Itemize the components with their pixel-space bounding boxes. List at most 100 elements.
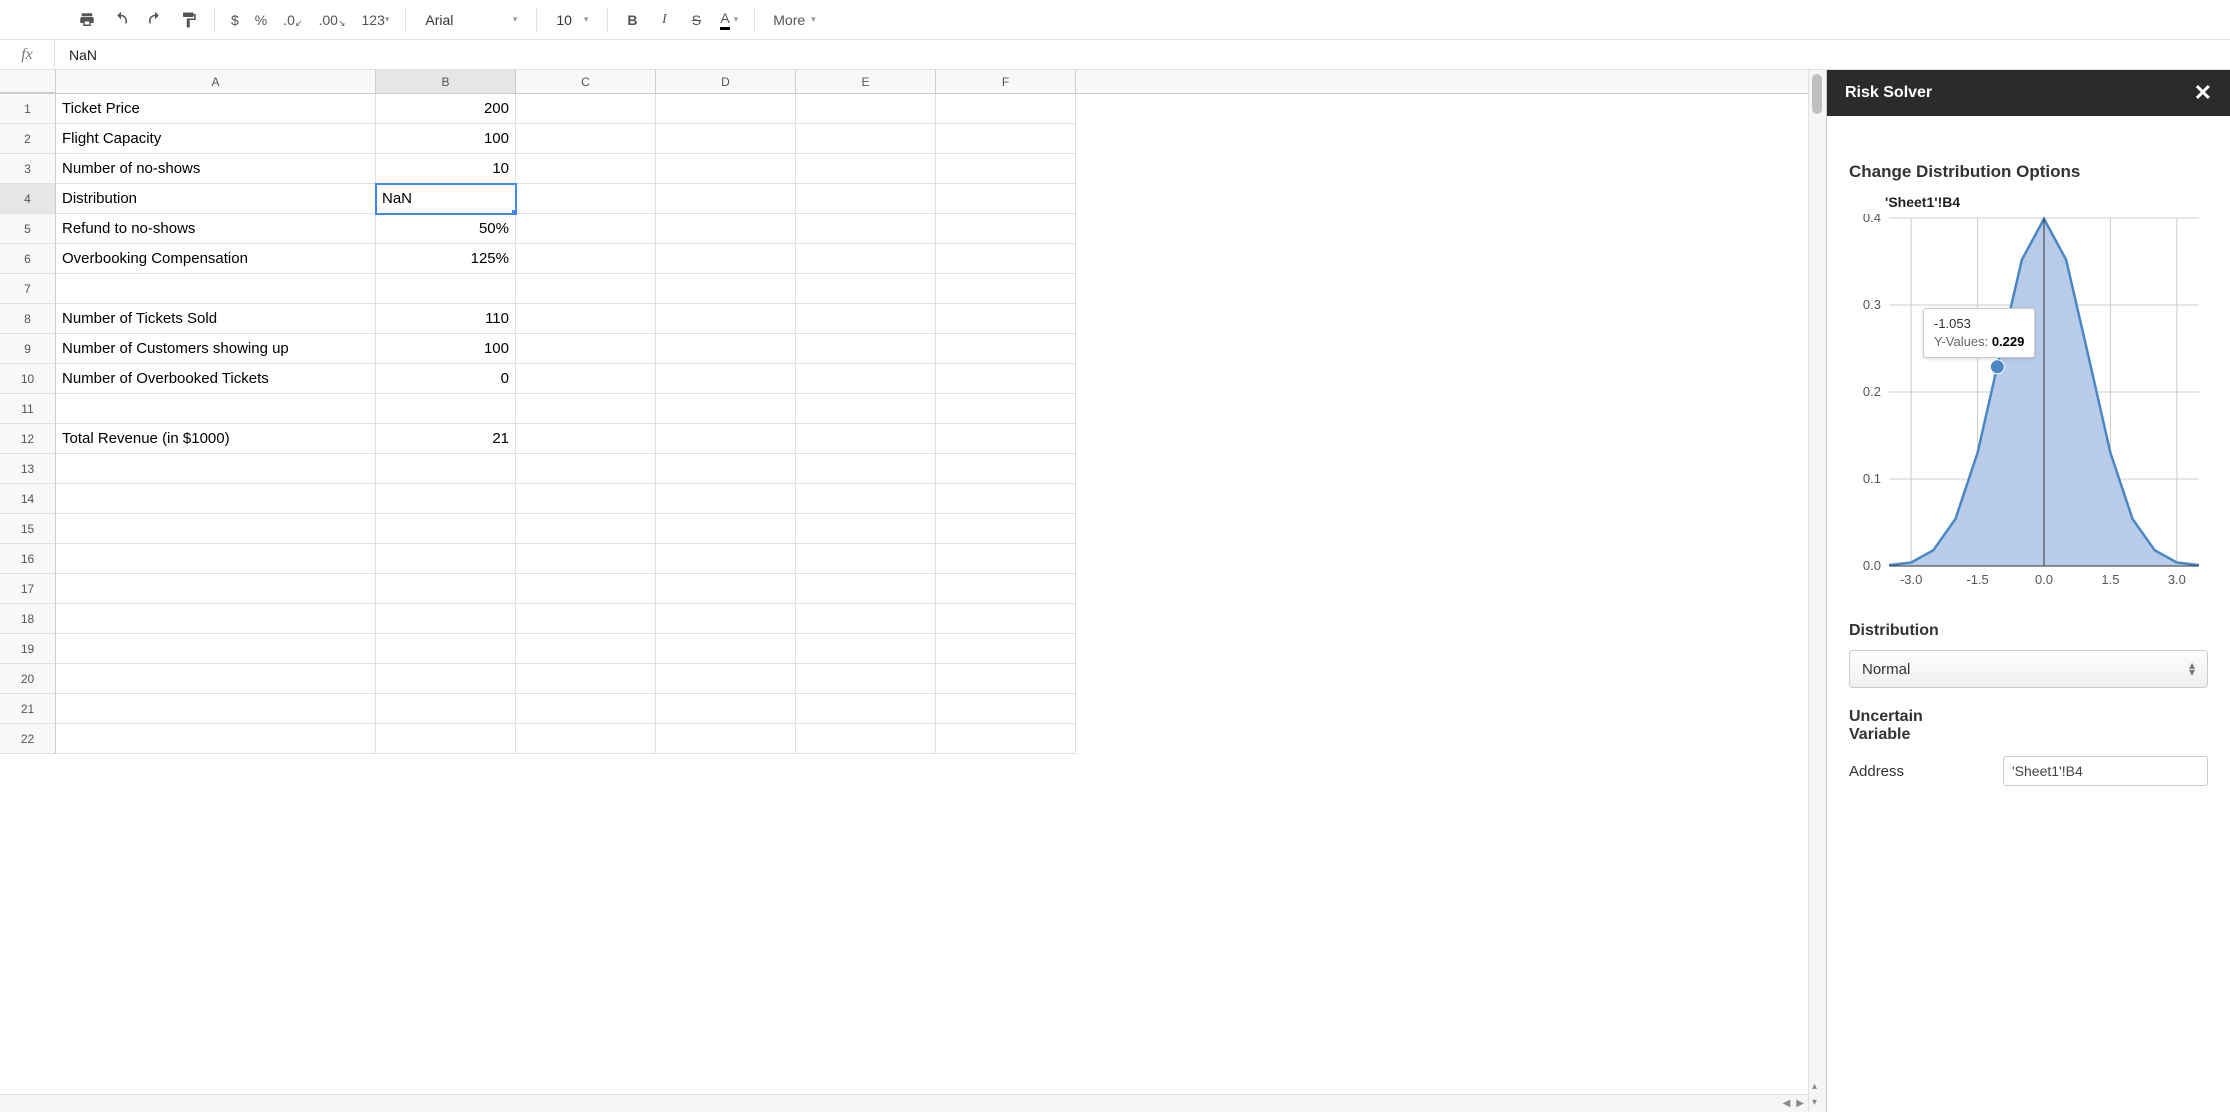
row-header[interactable]: 2	[0, 124, 56, 154]
cell[interactable]	[56, 484, 376, 514]
distribution-chart[interactable]: -3.0-1.50.01.53.00.00.10.20.30.4 -1.053 …	[1849, 214, 2209, 604]
cell[interactable]	[376, 484, 516, 514]
cell[interactable]	[656, 214, 796, 244]
row-header[interactable]: 3	[0, 154, 56, 184]
cell[interactable]	[796, 514, 936, 544]
cell[interactable]	[656, 604, 796, 634]
cell[interactable]	[656, 394, 796, 424]
cell[interactable]	[656, 184, 796, 214]
cell[interactable]	[656, 574, 796, 604]
cell[interactable]	[796, 424, 936, 454]
cell[interactable]	[56, 694, 376, 724]
cell[interactable]	[516, 514, 656, 544]
cell[interactable]	[656, 514, 796, 544]
col-header-F[interactable]: F	[936, 70, 1076, 93]
vertical-scrollbar[interactable]: ▴ ▾	[1808, 70, 1826, 1112]
cell[interactable]	[56, 544, 376, 574]
cell[interactable]: 10	[376, 154, 516, 184]
cell[interactable]	[656, 364, 796, 394]
cell[interactable]	[516, 394, 656, 424]
cell[interactable]	[516, 364, 656, 394]
cell[interactable]	[656, 94, 796, 124]
cell[interactable]	[516, 604, 656, 634]
format-123-button[interactable]: 123 ▾	[356, 6, 396, 34]
strikethrough-button[interactable]: S	[682, 6, 710, 34]
cell[interactable]: 0	[376, 364, 516, 394]
row-header[interactable]: 21	[0, 694, 56, 724]
cell[interactable]	[936, 94, 1076, 124]
row-header[interactable]: 19	[0, 634, 56, 664]
horizontal-scrollbar[interactable]: ◀ ▶	[0, 1094, 1808, 1112]
cell[interactable]	[516, 574, 656, 604]
cell[interactable]	[56, 274, 376, 304]
cell[interactable]	[656, 484, 796, 514]
font-size-select[interactable]: 10 ▾	[547, 6, 597, 34]
print-icon[interactable]	[72, 6, 102, 34]
cell[interactable]	[56, 574, 376, 604]
cell[interactable]	[936, 274, 1076, 304]
cell[interactable]	[376, 394, 516, 424]
cell[interactable]	[796, 274, 936, 304]
cell[interactable]	[56, 634, 376, 664]
cell[interactable]	[656, 424, 796, 454]
increase-decimals-button[interactable]: .00↘	[312, 6, 351, 34]
cell[interactable]: Number of Tickets Sold	[56, 304, 376, 334]
scroll-right-icon[interactable]: ▶	[1796, 1098, 1804, 1109]
cell[interactable]	[796, 694, 936, 724]
cell[interactable]: 21	[376, 424, 516, 454]
cell[interactable]	[516, 424, 656, 454]
row-header[interactable]: 10	[0, 364, 56, 394]
cell[interactable]	[656, 544, 796, 574]
cell[interactable]	[796, 334, 936, 364]
cell[interactable]	[656, 634, 796, 664]
col-header-C[interactable]: C	[516, 70, 656, 93]
decrease-decimals-button[interactable]: .0↙	[277, 6, 308, 34]
cell[interactable]	[376, 274, 516, 304]
row-header[interactable]: 8	[0, 304, 56, 334]
cell[interactable]: Distribution	[56, 184, 376, 214]
format-currency-button[interactable]: $	[225, 6, 245, 34]
cell[interactable]	[796, 154, 936, 184]
formula-input[interactable]: NaN	[55, 47, 2230, 63]
row-header[interactable]: 7	[0, 274, 56, 304]
cell[interactable]: 100	[376, 334, 516, 364]
cell[interactable]	[796, 484, 936, 514]
cell[interactable]	[656, 274, 796, 304]
row-header[interactable]: 9	[0, 334, 56, 364]
cell[interactable]	[656, 304, 796, 334]
cell[interactable]	[656, 124, 796, 154]
cell[interactable]	[796, 604, 936, 634]
scrollbar-thumb[interactable]	[1812, 74, 1822, 114]
cell[interactable]	[56, 454, 376, 484]
cell[interactable]	[936, 154, 1076, 184]
cell[interactable]	[936, 724, 1076, 754]
cell[interactable]	[56, 604, 376, 634]
cell[interactable]	[656, 454, 796, 484]
cell[interactable]	[936, 574, 1076, 604]
row-header[interactable]: 15	[0, 514, 56, 544]
cell[interactable]	[656, 244, 796, 274]
cell[interactable]: Number of Overbooked Tickets	[56, 364, 376, 394]
cell[interactable]	[936, 484, 1076, 514]
cell[interactable]	[936, 604, 1076, 634]
text-color-button[interactable]: A ▾	[714, 6, 744, 34]
cell[interactable]: Refund to no-shows	[56, 214, 376, 244]
row-header[interactable]: 1	[0, 94, 56, 124]
row-header[interactable]: 6	[0, 244, 56, 274]
col-header-A[interactable]: A	[56, 70, 376, 93]
cell[interactable]	[376, 604, 516, 634]
cell[interactable]	[936, 544, 1076, 574]
cell[interactable]: Flight Capacity	[56, 124, 376, 154]
cell[interactable]	[796, 244, 936, 274]
cell[interactable]	[56, 514, 376, 544]
cell[interactable]	[796, 574, 936, 604]
cell[interactable]: Total Revenue (in $1000)	[56, 424, 376, 454]
cell[interactable]	[936, 184, 1076, 214]
cell[interactable]	[516, 154, 656, 184]
cell[interactable]	[516, 454, 656, 484]
cell[interactable]	[796, 394, 936, 424]
cell[interactable]: 125%	[376, 244, 516, 274]
cell[interactable]	[376, 454, 516, 484]
cell[interactable]	[936, 424, 1076, 454]
cell[interactable]	[376, 574, 516, 604]
